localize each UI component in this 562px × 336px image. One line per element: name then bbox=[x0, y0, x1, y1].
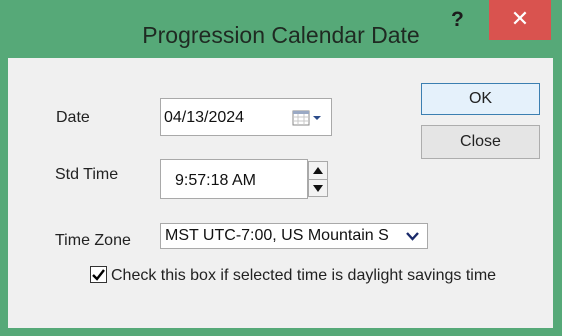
ok-button[interactable]: OK bbox=[421, 83, 540, 115]
arrow-up-icon bbox=[313, 167, 323, 174]
dialog-title: Progression Calendar Date bbox=[142, 22, 420, 48]
dst-checkbox[interactable] bbox=[90, 266, 107, 283]
help-button[interactable]: ? bbox=[451, 8, 464, 32]
close-window-button[interactable]: ✕ bbox=[489, 0, 551, 40]
title-bar[interactable]: Progression Calendar Date ? ✕ bbox=[0, 0, 562, 58]
chevron-down-icon bbox=[406, 232, 419, 241]
check-icon bbox=[92, 269, 105, 281]
time-zone-label: Time Zone bbox=[55, 232, 131, 249]
dialog-window: Progression Calendar Date ? ✕ Date 04/13… bbox=[0, 0, 562, 336]
spin-up-button[interactable] bbox=[309, 162, 327, 180]
date-label: Date bbox=[56, 109, 90, 126]
date-picker[interactable]: 04/13/2024 bbox=[160, 98, 332, 136]
dst-checkbox-label[interactable]: Check this box if selected time is dayli… bbox=[111, 267, 496, 285]
time-value: 9:57:18 AM bbox=[175, 172, 256, 189]
spin-down-button[interactable] bbox=[309, 180, 327, 197]
time-zone-value: MST UTC-7:00, US Mountain S bbox=[165, 227, 389, 244]
arrow-down-icon bbox=[313, 185, 323, 192]
time-field[interactable]: 9:57:18 AM bbox=[160, 159, 308, 199]
date-value: 04/13/2024 bbox=[164, 109, 245, 126]
std-time-label: Std Time bbox=[55, 166, 119, 183]
time-zone-select[interactable]: MST UTC-7:00, US Mountain S bbox=[160, 223, 428, 249]
calendar-icon[interactable] bbox=[292, 109, 326, 127]
time-spinner[interactable] bbox=[308, 161, 328, 197]
close-button[interactable]: Close bbox=[421, 125, 540, 159]
